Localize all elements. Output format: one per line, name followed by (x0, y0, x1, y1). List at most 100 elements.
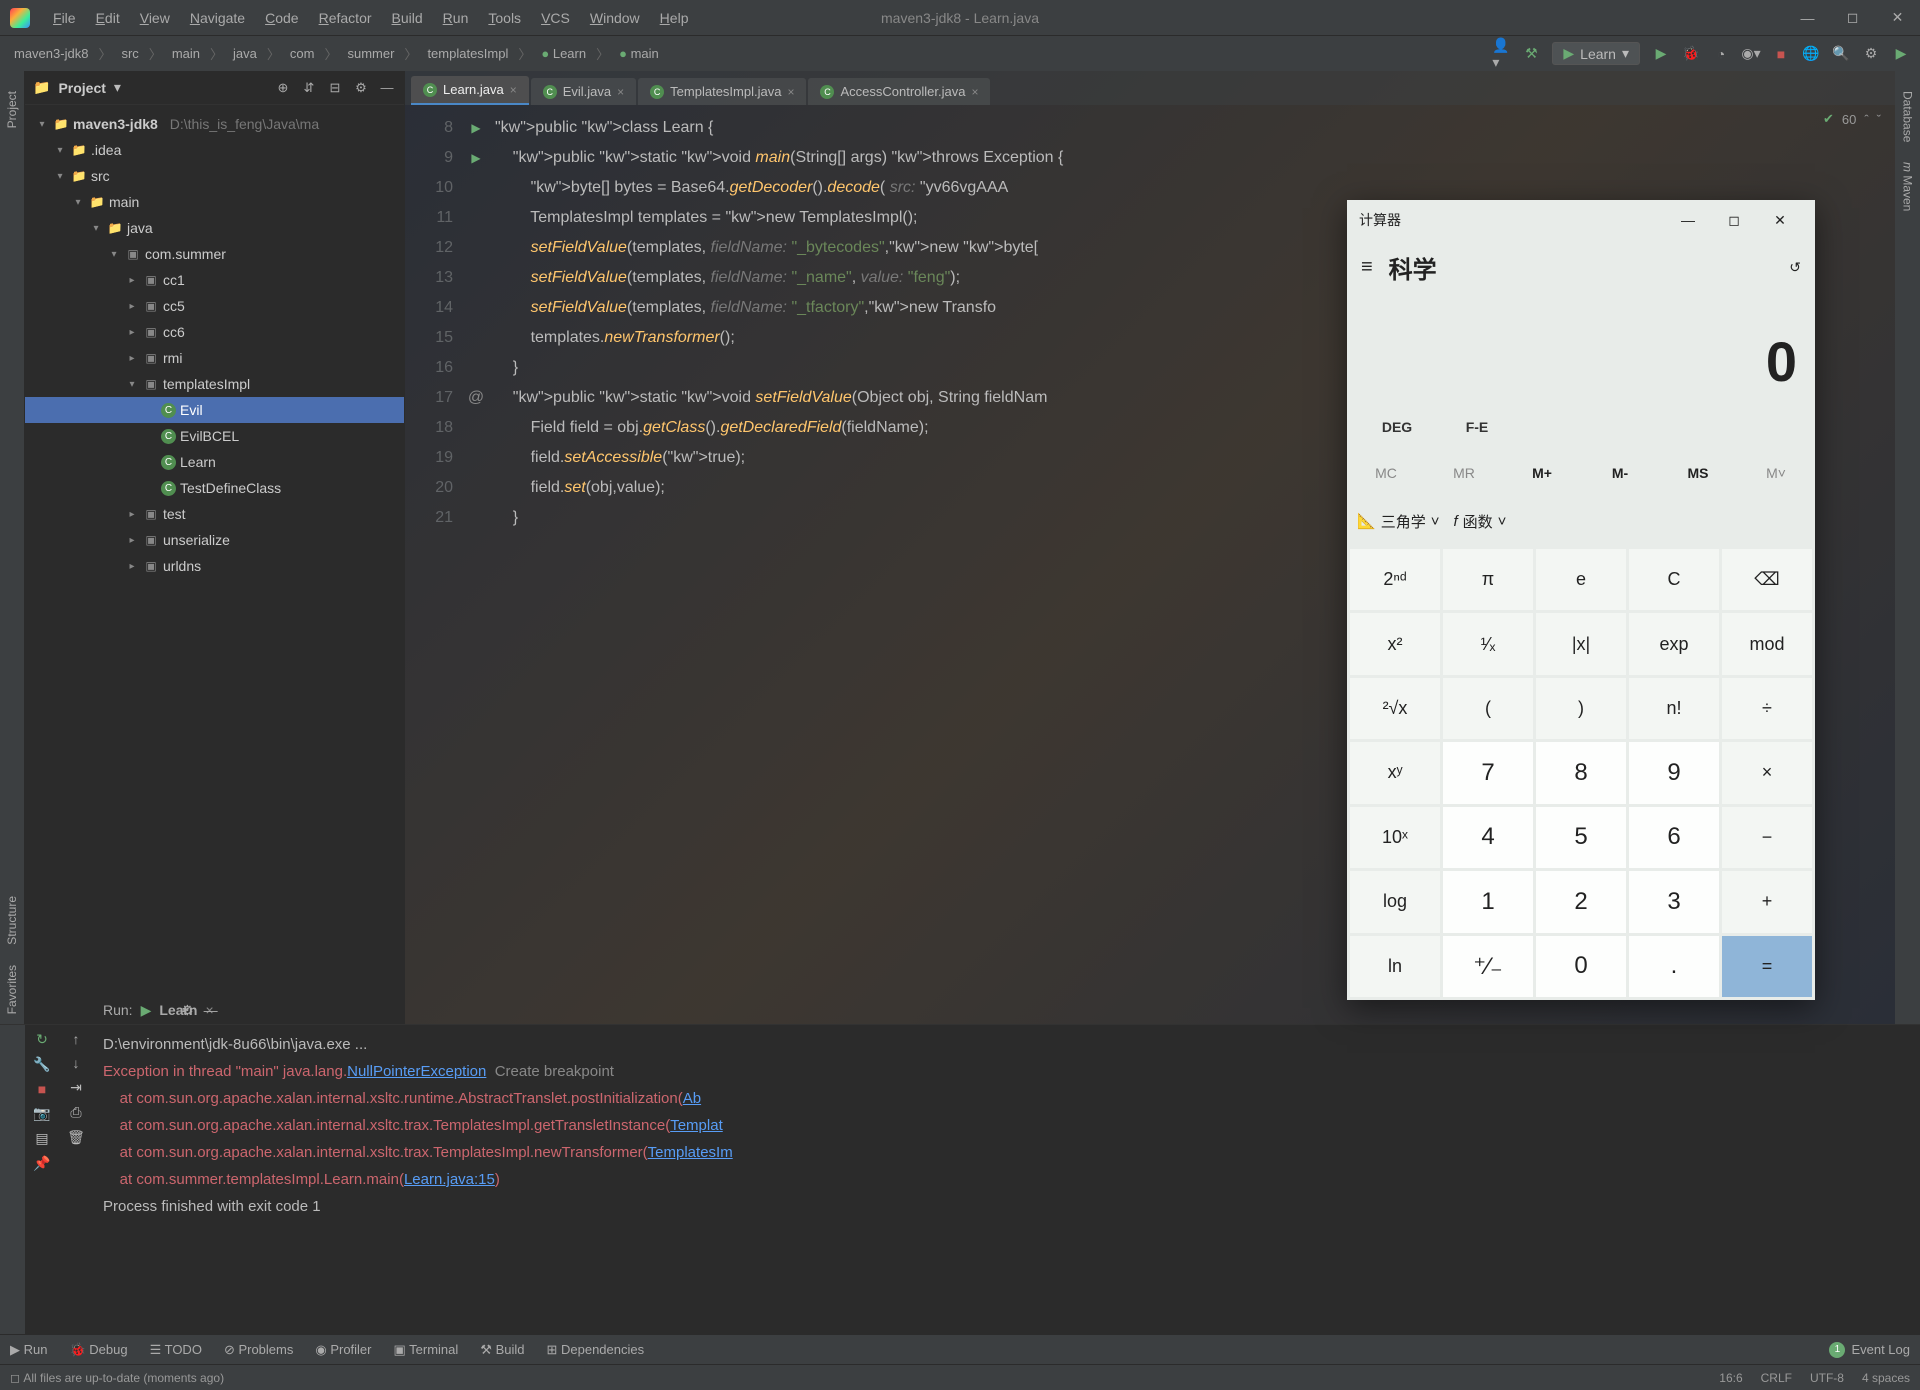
breadcrumb-item[interactable]: main (168, 44, 204, 63)
menu-navigate[interactable]: Navigate (182, 6, 253, 30)
hamburger-icon[interactable]: ≡ (1361, 256, 1373, 279)
tree-item[interactable]: ▾ 📁 java (25, 215, 404, 241)
event-log-button[interactable]: 1 Event Log (1829, 1342, 1910, 1358)
tree-item[interactable]: C TestDefineClass (25, 475, 404, 501)
cursor-position[interactable]: 16:6 (1719, 1371, 1742, 1385)
calc-key[interactable]: |x| (1536, 613, 1626, 674)
menu-help[interactable]: Help (652, 6, 697, 30)
editor-tab[interactable]: CTemplatesImpl.java × (638, 78, 806, 105)
coverage-icon[interactable]: ◔ (1712, 45, 1730, 63)
calc-mem-button[interactable]: M- (1581, 465, 1659, 481)
menu-file[interactable]: File (45, 6, 84, 30)
menu-tools[interactable]: Tools (480, 6, 529, 30)
run-config-selector[interactable]: ▶Learn▾ (1552, 42, 1640, 65)
breadcrumb-item[interactable]: summer (343, 44, 398, 63)
bottom-tab-dependencies[interactable]: ⊞ Dependencies (546, 1342, 644, 1358)
favorites-tool-button[interactable]: Favorites (5, 965, 19, 1014)
calc-key[interactable]: 10ˣ (1350, 807, 1440, 868)
calc-key[interactable]: ¹⁄ₓ (1443, 613, 1533, 674)
target-icon[interactable]: ⊕ (274, 79, 292, 97)
calc-key[interactable]: xʸ (1350, 742, 1440, 803)
rerun-icon[interactable]: ↻ (36, 1031, 48, 1048)
minimize-button[interactable]: — (1785, 0, 1830, 35)
tree-root[interactable]: ▾📁 maven3-jdk8 D:\this_is_feng\Java\ma (25, 111, 404, 137)
bottom-tab-build[interactable]: ⚒ Build (480, 1342, 524, 1358)
calc-key[interactable]: n! (1629, 678, 1719, 739)
calc-key[interactable]: 6 (1629, 807, 1719, 868)
stacktrace-link[interactable]: NullPointerException (347, 1063, 486, 1080)
trash-icon[interactable]: 🗑 (67, 1129, 85, 1146)
tree-item[interactable]: ▾ 📁 main (25, 189, 404, 215)
calc-key[interactable]: 1 (1443, 871, 1533, 932)
calc-maximize-button[interactable]: ◻ (1711, 200, 1757, 240)
menu-view[interactable]: View (132, 6, 178, 30)
line-separator[interactable]: CRLF (1761, 1371, 1792, 1385)
breadcrumb-item[interactable]: com (286, 44, 319, 63)
breadcrumb-item[interactable]: maven3-jdk8 (10, 44, 92, 63)
tree-item[interactable]: ▸ ▣ unserialize (25, 527, 404, 553)
menu-refactor[interactable]: Refactor (311, 6, 380, 30)
editor-tab[interactable]: CLearn.java × (411, 76, 529, 105)
menu-vcs[interactable]: VCS (533, 6, 578, 30)
settings-icon[interactable]: ⚙ (1862, 45, 1880, 63)
calc-close-button[interactable]: ✕ (1757, 200, 1803, 240)
menu-window[interactable]: Window (582, 6, 648, 30)
calc-key[interactable]: ⌫ (1722, 549, 1812, 610)
menu-edit[interactable]: Edit (88, 6, 128, 30)
debug-icon[interactable]: 🐞 (1682, 45, 1700, 63)
calc-key[interactable]: ÷ (1722, 678, 1812, 739)
file-encoding[interactable]: UTF-8 (1810, 1371, 1844, 1385)
close-tab-icon[interactable]: × (787, 85, 794, 99)
profile-icon[interactable]: ◉▾ (1742, 45, 1760, 63)
calc-key[interactable]: ) (1536, 678, 1626, 739)
hide-icon[interactable]: — (378, 79, 396, 97)
calc-key[interactable]: x² (1350, 613, 1440, 674)
console-output[interactable]: D:\environment\jdk-8u66\bin\java.exe ...… (93, 1025, 1920, 1334)
calc-key[interactable]: 4 (1443, 807, 1533, 868)
breadcrumb-item[interactable]: ● main (615, 44, 663, 63)
close-tab-icon[interactable]: × (617, 85, 624, 99)
stacktrace-link[interactable]: Learn.java:15 (404, 1171, 495, 1188)
calc-key[interactable]: 0 (1536, 936, 1626, 997)
tree-item[interactable]: C Learn (25, 449, 404, 475)
camera-icon[interactable]: 📷 (33, 1105, 50, 1122)
menu-build[interactable]: Build (384, 6, 431, 30)
inspection-widget[interactable]: ✔ 60 ˆ ˇ (1823, 111, 1881, 127)
calc-mem-button[interactable]: MC (1347, 465, 1425, 481)
menu-code[interactable]: Code (257, 6, 306, 30)
down-arrow-icon[interactable]: ˇ (1877, 112, 1881, 127)
breadcrumb-item[interactable]: templatesImpl (423, 44, 512, 63)
breadcrumb-item[interactable]: src (117, 44, 142, 63)
calc-key[interactable]: 3 (1629, 871, 1719, 932)
editor-tab[interactable]: CAccessController.java × (808, 78, 990, 105)
stacktrace-link[interactable]: Ab (683, 1090, 701, 1107)
bottom-tab-problems[interactable]: ⊘ Problems (224, 1342, 293, 1358)
tree-item[interactable]: ▾ ▣ templatesImpl (25, 371, 404, 397)
structure-tool-button[interactable]: Structure (5, 896, 19, 945)
calc-key[interactable]: × (1722, 742, 1812, 803)
calc-key[interactable]: 2 (1536, 871, 1626, 932)
close-tab-icon[interactable]: × (510, 83, 517, 97)
calc-key[interactable]: = (1722, 936, 1812, 997)
hide-icon[interactable]: — (204, 1002, 218, 1019)
calc-minimize-button[interactable]: — (1665, 200, 1711, 240)
project-tool-button[interactable]: Project (5, 91, 19, 128)
stacktrace-link[interactable]: TemplatesIm (648, 1144, 733, 1161)
print-icon[interactable]: ⎙ (70, 1104, 81, 1121)
tree-item[interactable]: ▸ ▣ urldns (25, 553, 404, 579)
calc-mem-button[interactable]: M+ (1503, 465, 1581, 481)
stacktrace-link[interactable]: Templat (670, 1117, 723, 1134)
pin-icon[interactable]: 📌 (33, 1155, 50, 1172)
calc-key[interactable]: 9 (1629, 742, 1719, 803)
tree-item[interactable]: ▾ 📁 src (25, 163, 404, 189)
collapse-icon[interactable]: ⊟ (326, 79, 344, 97)
stop-icon[interactable]: ■ (38, 1081, 46, 1097)
tree-item[interactable]: ▸ ▣ cc1 (25, 267, 404, 293)
calc-mem-button[interactable]: MR (1425, 465, 1503, 481)
calc-key[interactable]: 8 (1536, 742, 1626, 803)
run-gutter-icon[interactable]: ▶ (471, 121, 480, 135)
translate-icon[interactable]: 🌐 (1802, 45, 1820, 63)
expand-icon[interactable]: ⇵ (300, 79, 318, 97)
gear-icon[interactable]: ⚙ (352, 79, 370, 97)
layout-icon[interactable]: ▤ (35, 1130, 48, 1147)
